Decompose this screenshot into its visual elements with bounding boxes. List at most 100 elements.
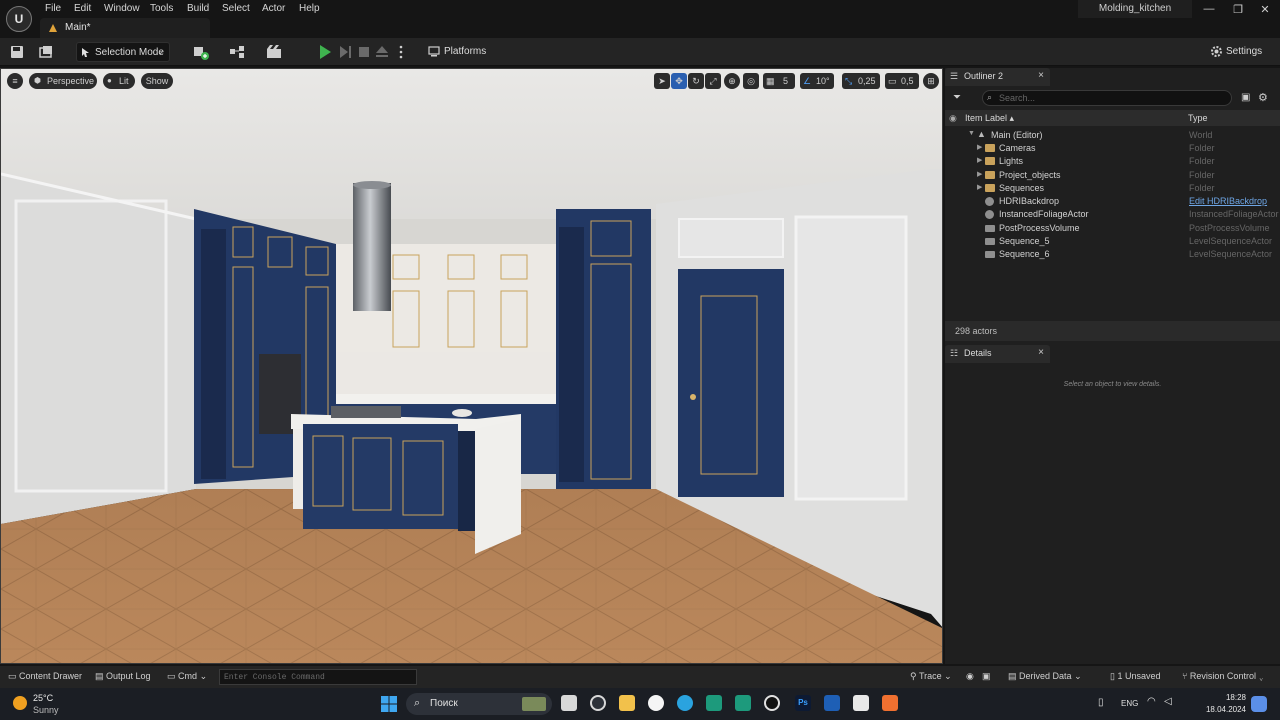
app-figma-icon[interactable] (882, 695, 898, 711)
tree-row-folder[interactable]: ▶ Lights Folder (945, 155, 1280, 168)
menu-actor[interactable]: Actor (262, 3, 285, 14)
menu-select[interactable]: Select (222, 3, 250, 14)
search-input[interactable] (999, 92, 1209, 104)
close-window-button[interactable]: ✕ (1252, 3, 1278, 16)
copilot-icon[interactable] (590, 695, 606, 711)
notifications-icon[interactable] (1251, 696, 1267, 712)
selection-mode-dropdown[interactable]: Selection Mode ⌄ (76, 42, 170, 62)
clock-date[interactable]: 18.04.2024 (1182, 705, 1246, 714)
outliner-tab[interactable]: ☰ Outliner 2 × (945, 68, 1050, 86)
save-icon[interactable] (8, 43, 26, 61)
filter-icon[interactable]: ⏷ (953, 92, 961, 103)
translate-icon[interactable]: ✥ (671, 73, 687, 89)
content-drawer-button[interactable]: ▭ Content Drawer (8, 671, 82, 682)
level-viewport[interactable]: ≡ ⬢ Perspective ● Lit Show ➤ ✥ ↻ ⤢ ⊕ ◎ ▦… (0, 68, 943, 664)
column-type[interactable]: Type (1188, 113, 1208, 123)
app-3-max-icon[interactable] (735, 695, 751, 711)
rotate-icon[interactable]: ↻ (688, 73, 704, 89)
grid-snap-button[interactable]: ▦ 5 (763, 73, 795, 89)
unsaved-button[interactable]: ▯ 1 Unsaved (1110, 671, 1161, 682)
settings-dropdown[interactable]: Settings (1208, 42, 1274, 62)
tree-row-actor[interactable]: Sequence_5 LevelSequenceActor (945, 235, 1280, 248)
minimize-button[interactable]: — (1196, 3, 1222, 15)
photoshop-icon[interactable]: Ps (795, 695, 811, 711)
telegram-icon[interactable] (677, 695, 693, 711)
tree-row-actor[interactable]: InstancedFoliageActor InstancedFoliageAc… (945, 208, 1280, 221)
blueprint-icon[interactable] (228, 43, 246, 61)
more-options-icon[interactable] (392, 43, 410, 61)
tree-row-actor[interactable]: Sequence_6 LevelSequenceActor (945, 248, 1280, 261)
tree-row-folder[interactable]: ▶ Sequences Folder (945, 182, 1280, 195)
perspective-button[interactable]: ⬢ Perspective (29, 73, 97, 89)
tree-row-folder[interactable]: ▶ Project_objects Folder (945, 169, 1280, 182)
add-actor-icon[interactable] (192, 43, 210, 61)
menu-edit[interactable]: Edit (74, 3, 91, 14)
lit-button[interactable]: ● Lit (103, 73, 135, 89)
tree-row-actor[interactable]: HDRIBackdrop Edit HDRIBackdrop (945, 195, 1280, 208)
revision-control-dropdown[interactable]: ⑂ Revision Control ⌄ (1182, 671, 1264, 681)
volume-icon[interactable]: ◁ (1164, 696, 1172, 707)
surface-snap-icon[interactable]: ◎ (743, 73, 759, 89)
app-3-icon[interactable] (706, 695, 722, 711)
tree-row-world[interactable]: ▼ ▲ Main (Editor) World (945, 129, 1280, 142)
level-tab[interactable]: Main* (40, 18, 210, 38)
weather-description[interactable]: Sunny (33, 705, 59, 715)
task-view-icon[interactable] (561, 695, 577, 711)
unreal-engine-taskbar-icon[interactable] (764, 695, 780, 711)
collapsed-arrow-icon[interactable]: ▶ (977, 183, 982, 191)
cmd-dropdown[interactable]: ▭ Cmd ⌄ (167, 671, 207, 682)
step-icon[interactable] (336, 43, 354, 61)
maximize-button[interactable]: ❐ (1225, 3, 1251, 16)
menu-window[interactable]: Window (104, 3, 140, 14)
platforms-dropdown[interactable]: Platforms (426, 42, 496, 62)
tree-row-folder[interactable]: ▶ Cameras Folder (945, 142, 1280, 155)
show-button[interactable]: Show (141, 73, 173, 89)
app-x-icon[interactable] (853, 695, 869, 711)
console-command-input[interactable] (219, 669, 417, 685)
add-folder-icon[interactable]: ▣ (1241, 92, 1250, 103)
edit-hdri-link[interactable]: Edit HDRIBackdrop (1189, 196, 1267, 206)
trace-dropdown[interactable]: ⚲ Trace ⌄ (910, 671, 952, 682)
column-item-label[interactable]: Item Label ▴ (965, 113, 1014, 124)
menu-file[interactable]: File (45, 3, 61, 14)
wifi-icon[interactable]: ◠ (1147, 696, 1156, 707)
visibility-icon[interactable]: ◉ (949, 113, 957, 124)
content-browser-icon[interactable] (37, 43, 55, 61)
collapsed-arrow-icon[interactable]: ▶ (977, 143, 982, 151)
layout-icon[interactable]: ⊞ (923, 73, 939, 89)
world-space-icon[interactable]: ⊕ (724, 73, 740, 89)
unreal-logo-icon[interactable]: U (6, 6, 32, 32)
close-details-icon[interactable]: × (1038, 347, 1044, 358)
scale-icon[interactable]: ⤢ (705, 73, 721, 89)
outliner-search[interactable]: ⌕ (982, 90, 1232, 106)
sun-icon[interactable] (13, 696, 27, 710)
collapsed-arrow-icon[interactable]: ▶ (977, 156, 982, 164)
select-mode-icon[interactable]: ➤ (654, 73, 670, 89)
app-cube-icon[interactable] (824, 695, 840, 711)
derived-data-dropdown[interactable]: ▤ Derived Data ⌄ (1008, 671, 1082, 682)
clock-time[interactable]: 18:28 (1182, 693, 1246, 702)
expanded-arrow-icon[interactable]: ▼ (968, 130, 975, 137)
language-indicator[interactable]: ENG (1121, 699, 1138, 708)
file-explorer-icon[interactable] (619, 695, 635, 711)
close-outliner-icon[interactable]: × (1038, 70, 1044, 81)
play-icon[interactable] (316, 43, 334, 61)
collapsed-arrow-icon[interactable]: ▶ (977, 170, 982, 178)
stop-icon[interactable] (355, 43, 373, 61)
weather-temperature[interactable]: 25°C (33, 693, 53, 703)
eject-icon[interactable] (373, 43, 391, 61)
windows-start-icon[interactable] (381, 696, 397, 712)
menu-build[interactable]: Build (187, 3, 209, 14)
scale-snap-button[interactable]: ⤡ 0,25 (842, 73, 880, 89)
gear-icon[interactable]: ⚙ (1258, 91, 1268, 104)
camera-speed-button[interactable]: ▭ 0,5 (885, 73, 919, 89)
details-tab[interactable]: ☷ Details × (945, 345, 1050, 363)
cinematics-icon[interactable] (265, 43, 283, 61)
rotation-snap-button[interactable]: ∠ 10° (800, 73, 834, 89)
output-log-button[interactable]: ▤ Output Log (95, 671, 151, 682)
menu-tools[interactable]: Tools (150, 3, 173, 14)
viewport-menu-icon[interactable]: ≡ (7, 73, 23, 89)
battery-icon[interactable]: ▯ (1098, 697, 1104, 708)
taskbar-search[interactable]: ⌕ Поиск (406, 693, 552, 715)
record-icon[interactable]: ◉ (966, 671, 974, 682)
